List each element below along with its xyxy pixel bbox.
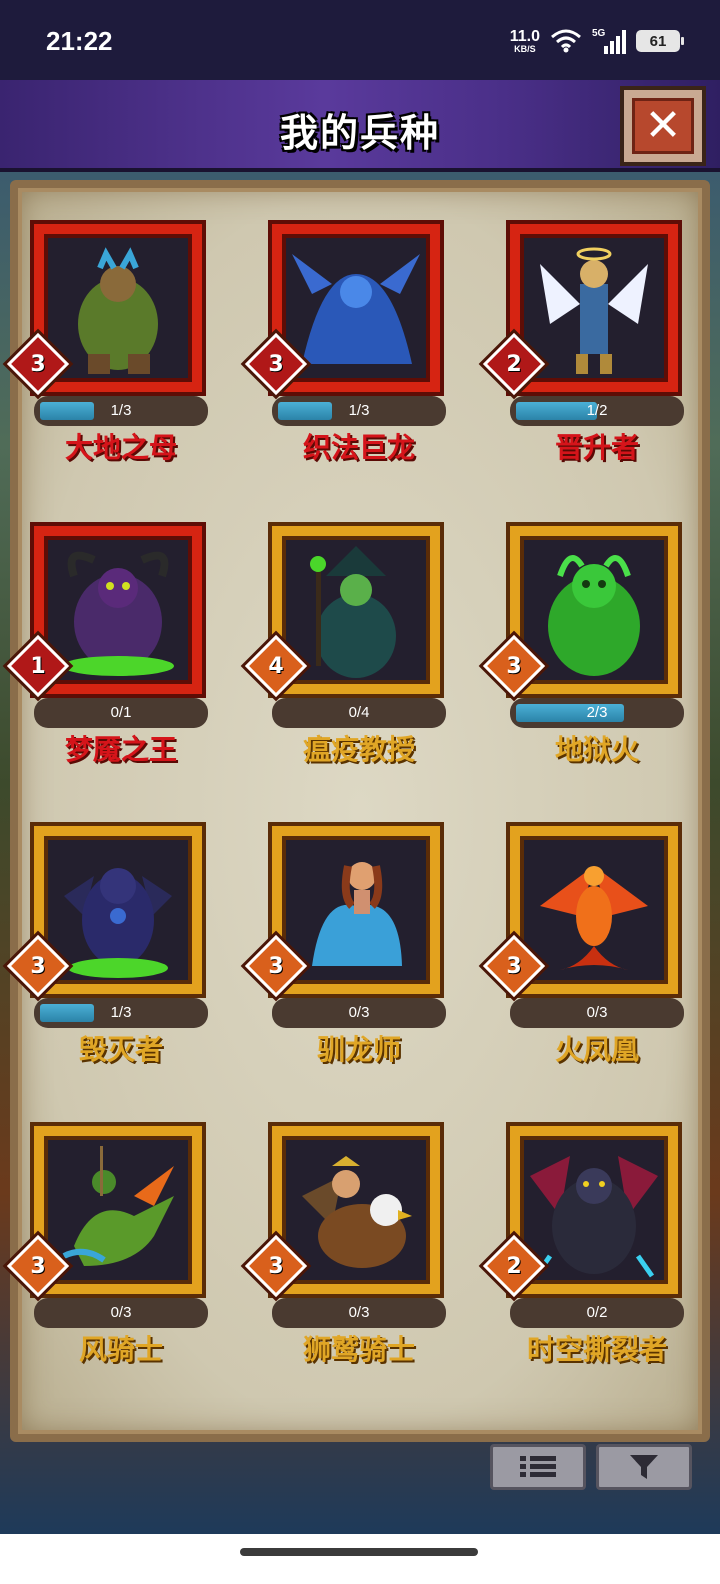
- close-button[interactable]: ✕: [620, 86, 706, 166]
- unit-name: 瘟疫教授: [302, 733, 415, 766]
- progress-bar: 0/3: [272, 1298, 446, 1328]
- unit-art: [62, 1146, 174, 1266]
- list-icon: [520, 1456, 556, 1477]
- unit-name: 狮鹫骑士: [302, 1333, 415, 1366]
- progress-text: 1/3: [110, 1004, 132, 1021]
- unit-card[interactable]: 3 0/3 驯龙师: [244, 826, 446, 1066]
- unit-art: [540, 247, 648, 374]
- unit-card[interactable]: 3 0/3 风骑士: [6, 1126, 208, 1366]
- progress-text: 1/3: [348, 402, 370, 419]
- unit-art: [78, 247, 158, 374]
- progress-bar: 0/1: [34, 698, 208, 728]
- network-speed-value: 11.0: [509, 27, 540, 45]
- wifi-icon: [551, 29, 581, 53]
- level-number: 3: [268, 1253, 284, 1279]
- progress-text: 2/3: [586, 704, 608, 721]
- unit-name: 大地之母: [64, 431, 177, 464]
- level-number: 3: [30, 1253, 46, 1279]
- level-number: 3: [268, 351, 284, 377]
- progress-text: 0/3: [348, 1304, 370, 1321]
- unit-name: 风骑士: [78, 1333, 163, 1366]
- level-number: 1: [30, 653, 46, 679]
- progress-bar: 0/4: [272, 698, 446, 728]
- unit-card[interactable]: 3 0/3 火凤凰: [482, 826, 684, 1066]
- level-number: 4: [268, 653, 284, 679]
- unit-name: 梦魇之王: [64, 733, 177, 766]
- unit-card[interactable]: 3 1/3 毁灭者: [6, 826, 208, 1066]
- unit-art: [530, 1156, 658, 1278]
- progress-bar: 2/3: [510, 698, 684, 728]
- progress-bar: 1/2: [510, 396, 684, 426]
- unit-card[interactable]: 2 1/2 晋升者: [482, 224, 684, 464]
- progress-bar: 0/3: [510, 998, 684, 1028]
- progress-text: 0/3: [110, 1304, 132, 1321]
- unit-art: [540, 866, 648, 970]
- progress-text: 0/3: [586, 1004, 608, 1021]
- level-number: 3: [506, 953, 522, 979]
- status-indicators: 11.0 KB/S 5G 61: [509, 26, 684, 56]
- unit-name: 织法巨龙: [302, 431, 415, 464]
- progress-text: 0/3: [348, 1004, 370, 1021]
- unit-art: [62, 551, 174, 676]
- unit-card[interactable]: 3 2/3 地狱火: [482, 526, 684, 766]
- progress-bar: 1/3: [34, 998, 208, 1028]
- cell-signal-icon: 5G: [592, 28, 626, 54]
- page-header: 我的兵种 ✕: [0, 80, 720, 172]
- progress-text: 0/1: [110, 704, 132, 721]
- unit-art: [302, 1156, 412, 1268]
- unit-art: [292, 254, 420, 364]
- unit-name: 地狱火: [554, 733, 639, 766]
- level-number: 3: [30, 351, 46, 377]
- unit-art: [548, 555, 640, 676]
- progress-text: 0/2: [586, 1304, 608, 1321]
- filter-icon: [630, 1455, 658, 1479]
- progress-text: 0/4: [348, 704, 370, 721]
- unit-name: 晋升者: [554, 431, 639, 464]
- unit-card[interactable]: 3 1/3 织法巨龙: [244, 224, 446, 464]
- status-time: 21:22: [46, 26, 113, 56]
- network-speed: 11.0 KB/S: [509, 27, 540, 54]
- unit-card[interactable]: 1 0/1 梦魇之王: [6, 526, 208, 766]
- unit-art: [64, 868, 172, 978]
- unit-name: 毁灭者: [78, 1033, 163, 1066]
- level-number: 2: [506, 1253, 522, 1279]
- home-handle[interactable]: [240, 1548, 478, 1556]
- level-number: 3: [30, 953, 46, 979]
- progress-bar: 0/3: [272, 998, 446, 1028]
- progress-bar: 1/3: [34, 396, 208, 426]
- unit-name: 驯龙师: [316, 1033, 401, 1066]
- filter-button[interactable]: [596, 1444, 692, 1490]
- unit-art: [312, 862, 402, 966]
- list-view-button[interactable]: [490, 1444, 586, 1490]
- progress-bar: 0/3: [34, 1298, 208, 1328]
- network-speed-unit: KB/S: [514, 43, 536, 54]
- progress-text: 1/3: [110, 402, 132, 419]
- status-bar: 21:22 11.0 KB/S 5G 61: [0, 0, 720, 80]
- unit-card[interactable]: 3 1/3 大地之母: [6, 224, 208, 464]
- progress-bar: 1/3: [272, 396, 446, 426]
- unit-name: 火凤凰: [554, 1033, 639, 1066]
- level-number: 2: [506, 351, 522, 377]
- unit-art: [310, 546, 396, 678]
- level-number: 3: [268, 953, 284, 979]
- progress-bar: 0/2: [510, 1298, 684, 1328]
- system-nav-bar: [0, 1534, 720, 1584]
- level-number: 3: [506, 653, 522, 679]
- unit-card[interactable]: 4 0/4 瘟疫教授: [244, 526, 446, 766]
- progress-text: 1/2: [586, 402, 608, 419]
- unit-name: 时空撕裂者: [526, 1333, 667, 1366]
- battery-indicator: 61: [636, 30, 684, 52]
- unit-card[interactable]: 2 0/2 时空撕裂者: [482, 1126, 684, 1366]
- close-icon: ✕: [632, 98, 694, 154]
- unit-card[interactable]: 3 0/3 狮鹫骑士: [244, 1126, 446, 1366]
- page-title: 我的兵种: [279, 111, 440, 155]
